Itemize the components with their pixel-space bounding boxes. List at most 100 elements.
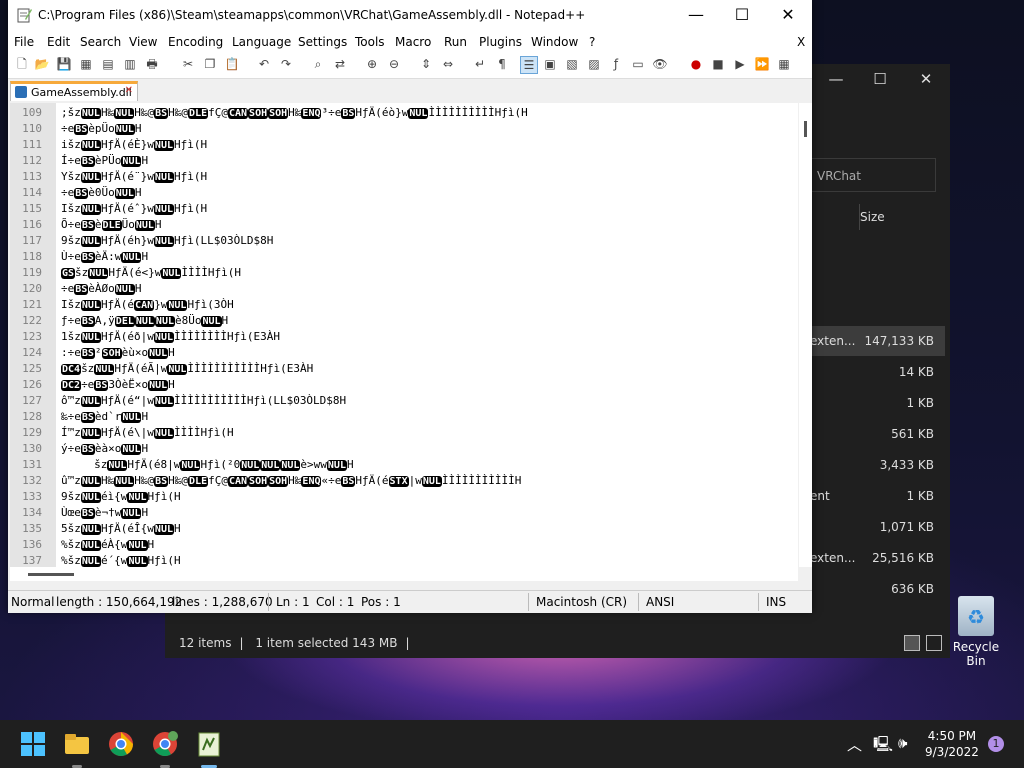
menu-view[interactable]: View bbox=[129, 35, 157, 49]
file-row[interactable]: 1 KB bbox=[810, 396, 940, 418]
file-row[interactable]: 561 KB bbox=[810, 427, 940, 449]
close-button[interactable]: ✕ bbox=[768, 5, 808, 24]
code-line[interactable]: 133 9šzNULéì{wNULHƒì(H bbox=[10, 489, 798, 505]
find-icon[interactable]: ⌕ bbox=[310, 56, 326, 72]
print-icon[interactable]: 🖶 bbox=[144, 56, 160, 72]
code-line[interactable]: 116 Õ÷eBSèDLEÜoNULH bbox=[10, 217, 798, 233]
chrome-icon[interactable] bbox=[107, 730, 135, 758]
start-icon[interactable] bbox=[19, 730, 47, 758]
menu-file[interactable]: File bbox=[14, 35, 34, 49]
code-line[interactable]: 121 IšzNULHƒÄ(éCAN}wNULHƒì(3ÒH bbox=[10, 297, 798, 313]
code-line[interactable]: 129 Í™zNULHƒÄ(é\|wNULÌÌÌÌHƒì(H bbox=[10, 425, 798, 441]
tab-gameassembly[interactable]: GameAssembly.dll ✕ bbox=[10, 81, 138, 101]
code-line[interactable]: 119 GSšzNULHƒÄ(é<}wNULÌÌÌÌHƒì(H bbox=[10, 265, 798, 281]
code-line[interactable]: 136 %šzNULéÀ{wNULH bbox=[10, 537, 798, 553]
zoom-in-icon[interactable]: ⊕ bbox=[364, 56, 380, 72]
code-line[interactable]: 125 DC4šzNULHƒÄ(éÃ|wNULÌÌÌÌÌÌÌÌÌÌÌHƒì(E3À… bbox=[10, 361, 798, 377]
status-eol[interactable]: Macintosh (CR) bbox=[536, 595, 627, 609]
word-wrap-icon[interactable]: ↵ bbox=[472, 56, 488, 72]
horizontal-scroll-thumb[interactable] bbox=[28, 573, 74, 576]
play-macro-icon[interactable]: ▶ bbox=[732, 56, 748, 72]
maximize-button[interactable]: ☐ bbox=[722, 5, 762, 24]
menu-search[interactable]: Search bbox=[80, 35, 121, 49]
status-insert-mode[interactable]: INS bbox=[766, 595, 786, 609]
status-encoding[interactable]: ANSI bbox=[646, 595, 674, 609]
close-document-button[interactable]: X bbox=[797, 35, 805, 49]
menu-plugins[interactable]: Plugins bbox=[479, 35, 522, 49]
code-line[interactable]: 111 išzNULHƒÄ(éÈ}wNULHƒì(H bbox=[10, 137, 798, 153]
file-explorer-icon[interactable] bbox=[63, 730, 91, 758]
project-panel-icon[interactable]: ▭ bbox=[630, 56, 646, 72]
size-column-header[interactable]: Size bbox=[860, 210, 885, 224]
sync-vertical-icon[interactable]: ⇕ bbox=[418, 56, 434, 72]
code-line[interactable]: 114 ÷eBSè0ÜoNULH bbox=[10, 185, 798, 201]
run-macro-multiple-icon[interactable]: ⏩ bbox=[754, 56, 770, 72]
editor-area[interactable]: 109 ;šzNULH‰NULH‰@BSH‰@DLEfÇ@CAN SOH SOHH‰E… bbox=[10, 103, 798, 567]
code-line[interactable]: 128 ‰÷eBSèd`rNULH bbox=[10, 409, 798, 425]
code-line[interactable]: 131 šzNULHƒÄ(é8|wNULHƒì(²0NUL NUL NULè>wwN… bbox=[10, 457, 798, 473]
chevron-up-icon[interactable]: ︿ bbox=[847, 734, 862, 755]
code-line[interactable]: 135 5šzNULHƒÄ(éÎ{wNULH bbox=[10, 521, 798, 537]
folder-workspace-icon[interactable]: ƒ bbox=[608, 56, 624, 72]
save-macro-icon[interactable]: ▦ bbox=[776, 56, 792, 72]
code-line[interactable]: 137 %šzNULé´{wNULHƒì(H bbox=[10, 553, 798, 567]
new-file-icon[interactable]: 🗋 bbox=[14, 56, 30, 72]
file-row[interactable]: ent 1 KB bbox=[810, 489, 940, 511]
menu-run[interactable]: Run bbox=[444, 35, 467, 49]
function-list-icon[interactable]: ▨ bbox=[586, 56, 602, 72]
redo-icon[interactable]: ↷ bbox=[278, 56, 294, 72]
sync-horizontal-icon[interactable]: ⇔ bbox=[440, 56, 456, 72]
close-all-icon[interactable]: ▥ bbox=[122, 56, 138, 72]
details-view-button[interactable] bbox=[904, 635, 920, 651]
code-line[interactable]: 118 Ù÷eBSèÄ:wNULH bbox=[10, 249, 798, 265]
open-file-icon[interactable]: 📂 bbox=[34, 56, 50, 72]
code-line[interactable]: 126 DC2÷eBS3ÒèË×oNULH bbox=[10, 377, 798, 393]
file-row[interactable]: exten... 25,516 KB bbox=[810, 551, 940, 573]
record-macro-icon[interactable]: ● bbox=[688, 56, 704, 72]
undo-icon[interactable]: ↶ bbox=[256, 56, 272, 72]
paste-icon[interactable]: 📋 bbox=[224, 56, 240, 72]
network-icon[interactable]: 🖳 bbox=[873, 734, 893, 759]
notification-badge[interactable]: 1 bbox=[988, 736, 1004, 752]
minimize-button[interactable]: — bbox=[676, 5, 716, 24]
user-language-icon[interactable]: ▣ bbox=[542, 56, 558, 72]
tab-close-icon[interactable]: ✕ bbox=[125, 85, 133, 96]
code-line[interactable]: 124:÷eBS²SOHèù×oNULH bbox=[10, 345, 798, 361]
notepadpp-taskbar-icon[interactable] bbox=[195, 730, 223, 758]
file-row[interactable]: exten... 147,133 KB bbox=[810, 334, 940, 356]
code-line[interactable]: 132 û™zNULH‰NULH‰@BSH‰@DLEfÇ@CAN SOH SOHH‰E… bbox=[10, 473, 798, 489]
code-line[interactable]: 130 ý÷eBSèà×oNULH bbox=[10, 441, 798, 457]
chrome-profile-icon[interactable] bbox=[151, 730, 179, 758]
monitoring-icon[interactable]: 👁 bbox=[652, 56, 668, 72]
file-row[interactable]: 14 KB bbox=[810, 365, 940, 387]
vertical-scroll-thumb[interactable] bbox=[804, 121, 807, 137]
large-icons-view-button[interactable] bbox=[926, 635, 942, 651]
code-line[interactable]: 112 Í÷eBSèPÜoNULH bbox=[10, 153, 798, 169]
stop-macro-icon[interactable]: ■ bbox=[710, 56, 726, 72]
menu-help[interactable]: ? bbox=[589, 35, 595, 49]
code-line[interactable]: 134 ÙœeBSè¬†wNULH bbox=[10, 505, 798, 521]
menu-edit[interactable]: Edit bbox=[47, 35, 70, 49]
menu-macro[interactable]: Macro bbox=[395, 35, 431, 49]
vertical-scrollbar[interactable] bbox=[799, 103, 812, 567]
menu-language[interactable]: Language bbox=[232, 35, 291, 49]
explorer-minimize-button[interactable]: — bbox=[821, 70, 851, 88]
explorer-search-input[interactable]: VRChat bbox=[810, 158, 936, 192]
code-line[interactable]: 122 ƒ÷eBSA,ÿDEL NUL NULè8ÜoNULH bbox=[10, 313, 798, 329]
code-line[interactable]: 115 IšzNULHƒÄ(éˆ}wNULHƒì(H bbox=[10, 201, 798, 217]
horizontal-scrollbar[interactable] bbox=[10, 567, 798, 581]
zoom-out-icon[interactable]: ⊖ bbox=[386, 56, 402, 72]
code-line[interactable]: 110 ÷eBSèpÜoNULH bbox=[10, 121, 798, 137]
save-icon[interactable]: 💾 bbox=[56, 56, 72, 72]
document-map-icon[interactable]: ▧ bbox=[564, 56, 580, 72]
code-line[interactable]: 109 ;šzNULH‰NULH‰@BSH‰@DLEfÇ@CAN SOH SOHH‰E… bbox=[10, 105, 798, 121]
file-row[interactable]: 3,433 KB bbox=[810, 458, 940, 480]
explorer-close-button[interactable]: ✕ bbox=[911, 70, 941, 88]
clock[interactable]: 4:50 PM 9/3/2022 bbox=[925, 728, 979, 760]
recycle-bin[interactable]: Recycle Bin bbox=[944, 596, 1008, 668]
code-line[interactable]: 120 ÷eBSèÀØoNULH bbox=[10, 281, 798, 297]
replace-icon[interactable]: ⇄ bbox=[332, 56, 348, 72]
save-all-icon[interactable]: ▦ bbox=[78, 56, 94, 72]
show-all-characters-icon[interactable]: ¶ bbox=[494, 56, 510, 72]
menu-encoding[interactable]: Encoding bbox=[168, 35, 223, 49]
